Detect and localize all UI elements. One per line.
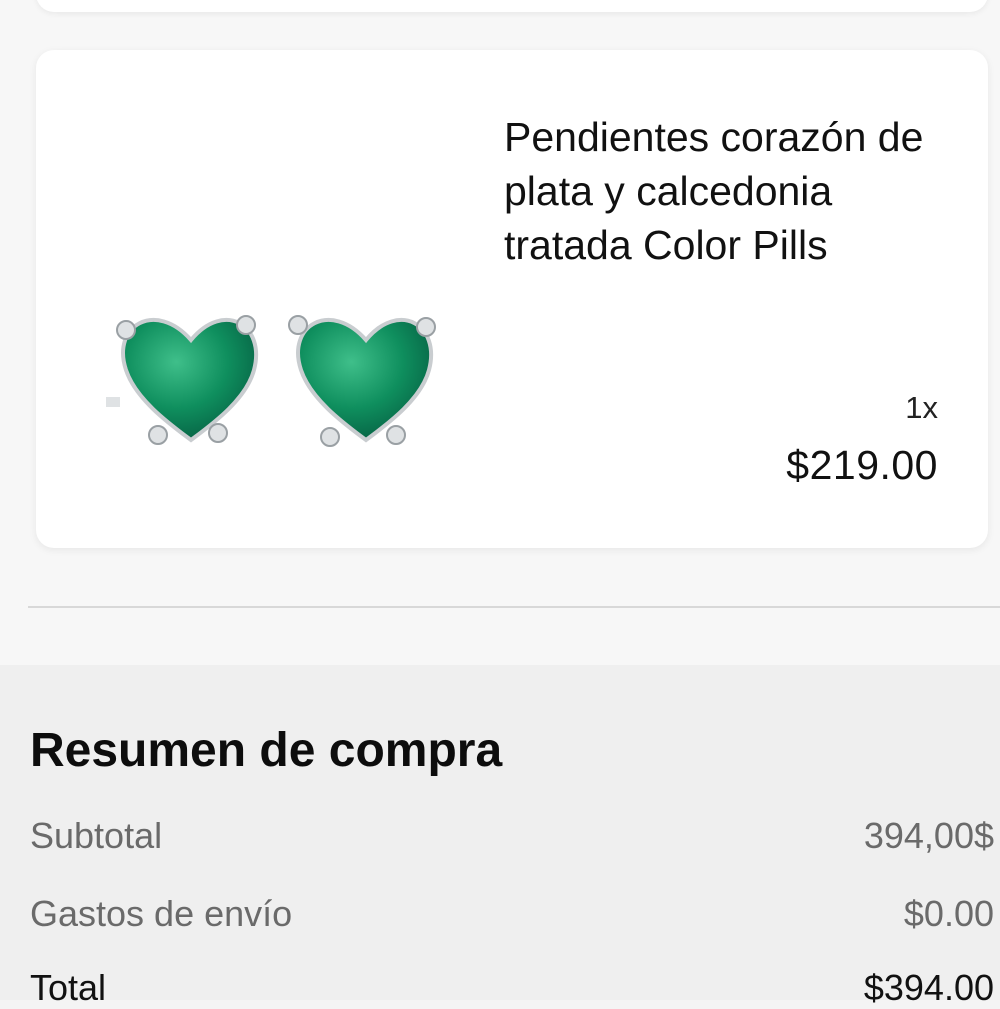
right-earring-icon [288,315,436,447]
product-image[interactable] [96,285,456,465]
subtotal-row: Subtotal 394,00$ [30,815,994,857]
total-value: $394.00 [863,967,994,1008]
total-row: Total $394.00 [30,967,994,1009]
product-title[interactable]: Pendientes corazón de plata y calcedonia… [504,110,954,272]
total-label: Total [30,967,107,1008]
section-divider [28,606,1000,608]
subtotal-value: 394,00$ [863,815,994,856]
cart-items-area: Pendientes corazón de plata y calcedonia… [0,0,1000,665]
subtotal-label: Subtotal [30,815,163,856]
summary-title: Resumen de compra [30,724,503,777]
cart-item-card[interactable]: Pendientes corazón de plata y calcedonia… [36,50,988,548]
previous-cart-item-card[interactable] [36,0,988,12]
shipping-label: Gastos de envío [30,893,293,934]
shipping-value: $0.00 [903,893,994,934]
shipping-row: Gastos de envío $0.00 [30,893,994,935]
left-earring-icon [106,315,258,445]
product-quantity: 1x [905,390,938,425]
purchase-summary: Resumen de compra Subtotal 394,00$ Gasto… [0,665,1000,1008]
product-price: $219.00 [786,442,938,488]
